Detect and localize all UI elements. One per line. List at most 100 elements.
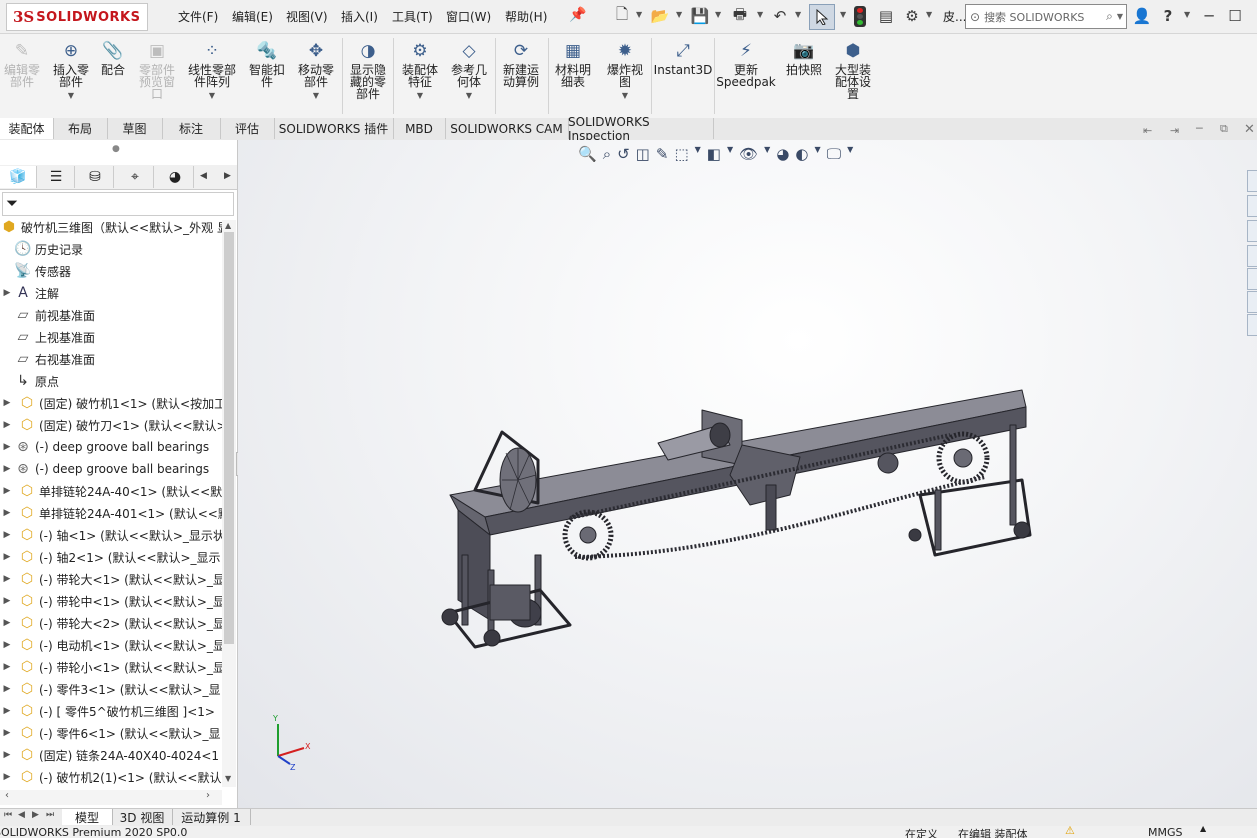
tab-7[interactable]: MBD [393, 118, 446, 139]
tree-item[interactable]: ▱ 右视基准面 [0, 348, 222, 370]
prev-tab-icon[interactable]: ◀ [18, 810, 25, 820]
tab-2[interactable]: 布局 [53, 118, 108, 139]
tree-item[interactable]: ▶ ⬡ (-) 带轮大<1> (默认<<默认>_显 [0, 568, 222, 590]
tree-item[interactable]: ▶ ⬡ (固定) 破竹机1<1> (默认<按加工 [0, 392, 222, 414]
configuration-manager-tab-icon[interactable]: ⛁ [77, 166, 114, 188]
command-reference-geometry-button[interactable]: ◇ 参考几 何体 ▼ [439, 40, 499, 102]
undo-dropdown-icon[interactable]: ▼ [795, 10, 801, 19]
hscroll-right-icon[interactable]: › [206, 790, 210, 801]
tree-item[interactable]: ▶ A 注解 [0, 282, 222, 304]
expand-arrow-icon[interactable]: ▶ [0, 618, 14, 628]
new-dropdown-icon[interactable]: ▼ [636, 10, 642, 19]
save-icon[interactable]: 💾 [690, 6, 710, 26]
tab-6[interactable]: SOLIDWORKS 插件 [274, 118, 394, 139]
command-dropdown-icon[interactable]: ▼ [417, 90, 423, 102]
tree-filter-box[interactable]: ⏷ [2, 192, 234, 216]
command-dropdown-icon[interactable]: ▼ [68, 90, 74, 102]
hide-show-dropdown-icon[interactable]: ▼ [764, 145, 770, 163]
zoom-to-area-icon[interactable]: ⌕ [603, 145, 611, 163]
command-component-preview-button[interactable]: ▣ 零部件 预览窗 口 [127, 40, 187, 101]
tree-item[interactable]: ▶ ⬡ (-) 零件3<1> (默认<<默认>_显 [0, 678, 222, 700]
dynamic-annotation-icon[interactable]: ✎ [656, 145, 669, 163]
tree-item[interactable]: ▶ ⬡ 单排链轮24A-401<1> (默认<<默 [0, 502, 222, 524]
hide-show-items-icon[interactable]: 👁 [739, 145, 758, 163]
options-dropdown-icon[interactable]: ▼ [926, 10, 932, 19]
bottom-tab-2[interactable]: 3D 视图 [112, 809, 173, 825]
panel-collapse-dot[interactable]: ● [112, 144, 120, 154]
display-style-icon[interactable]: ◧ [707, 145, 721, 163]
save-dropdown-icon[interactable]: ▼ [715, 10, 721, 19]
dimxpert-tab-icon[interactable]: ⌖ [117, 166, 154, 188]
previous-view-icon[interactable]: ↺ [617, 145, 630, 163]
tab-8[interactable]: SOLIDWORKS CAM [445, 118, 569, 139]
options-gear-icon[interactable]: ⚙ [902, 6, 922, 26]
select-dropdown-icon[interactable]: ▼ [840, 10, 846, 19]
command-speedpak-button[interactable]: ⚡ 更新 Speedpak [716, 40, 776, 89]
status-units[interactable]: MMGS [1148, 826, 1183, 838]
task-pane-home-icon[interactable] [1247, 170, 1257, 192]
command-exploded-view-button[interactable]: ✹ 爆炸视 图 ▼ [595, 40, 655, 102]
command-dropdown-icon[interactable]: ▼ [209, 90, 215, 102]
print-icon[interactable]: 🖶 [730, 5, 750, 26]
tab-3[interactable]: 草图 [107, 118, 163, 139]
display-style-dropdown-icon[interactable]: ▼ [727, 145, 733, 163]
command-instant3d-button[interactable]: ⤢ Instant3D [653, 40, 713, 77]
print-dropdown-icon[interactable]: ▼ [757, 10, 763, 19]
command-show-hidden-button[interactable]: ◑ 显示隐 藏的零 部件 [338, 40, 398, 101]
expand-arrow-icon[interactable]: ▶ [0, 750, 14, 760]
feature-manager-tab-icon[interactable]: 🧊 [0, 166, 37, 188]
tree-item[interactable]: ▶ ⬡ (-) 零件6<1> (默认<<默认>_显 [0, 722, 222, 744]
menu-item-1[interactable]: 文件(F) [178, 8, 218, 25]
tree-item[interactable]: ↳ 原点 [0, 370, 222, 392]
rebuild-warning-icon[interactable]: ⚠ [1065, 826, 1075, 837]
tree-item[interactable]: ▶ ⬡ 单排链轮24A-40<1> (默认<<默 [0, 480, 222, 502]
expand-arrow-icon[interactable]: ▶ [0, 684, 14, 694]
last-tab-icon[interactable]: ⏭ [46, 810, 54, 820]
scene-dropdown-icon[interactable]: ▼ [815, 145, 821, 163]
view-settings-dropdown-icon[interactable]: ▼ [847, 145, 853, 163]
command-large-assembly-button[interactable]: ⬢ 大型装 配体设 置 [823, 40, 883, 101]
command-dropdown-icon[interactable]: ▼ [466, 90, 472, 102]
menu-item-6[interactable]: 窗口(W) [446, 8, 491, 25]
task-pane-design-library-icon[interactable] [1247, 220, 1257, 242]
search-input[interactable]: ⊙ 搜索 SOLIDWORKS ⌕ ▼ [965, 4, 1127, 29]
menu-item-5[interactable]: 工具(T) [392, 8, 433, 25]
select-arrow-icon[interactable] [809, 4, 835, 30]
tree-item[interactable]: ▶ ⬡ (-) 轴<1> (默认<<默认>_显示状 [0, 524, 222, 546]
expand-arrow-icon[interactable]: ▶ [0, 596, 14, 606]
apply-scene-icon[interactable]: ◐ [795, 145, 808, 163]
tree-item[interactable]: 📡 传感器 [0, 260, 222, 282]
tabs-scroll-left-icon[interactable]: ◀ [200, 171, 207, 181]
tree-item[interactable]: ▶ ⬡ (-) 带轮大<2> (默认<<默认>_显 [0, 612, 222, 634]
view-settings-icon[interactable]: 🖵 [827, 145, 841, 163]
tree-item[interactable]: ▶ ⬡ (固定) 破竹刀<1> (默认<<默认>_ [0, 414, 222, 436]
tree-item[interactable]: ▱ 上视基准面 [0, 326, 222, 348]
bottom-tab-3[interactable]: 运动算例 1 [172, 809, 251, 825]
command-dropdown-icon[interactable]: ▼ [622, 90, 628, 102]
search-icon[interactable]: ⌕ [1106, 9, 1113, 24]
tree-root-assembly[interactable]: ⬢ 破竹机三维图（默认<<默认>_外观 显 [0, 216, 222, 238]
search-dropdown-icon[interactable]: ▼ [1117, 12, 1123, 21]
truncated-menu-label[interactable]: 皮... [943, 8, 966, 25]
help-dropdown-icon[interactable]: ▼ [1184, 10, 1190, 19]
expand-arrow-icon[interactable]: ▶ [0, 552, 14, 562]
expand-arrow-icon[interactable]: ▶ [0, 772, 14, 782]
minimize-window-icon[interactable]: ─ [1199, 6, 1219, 26]
tree-item[interactable]: ▶ ⬡ (固定) 链条24A-40X40-4024<1 [0, 744, 222, 766]
pin-icon[interactable]: 📌 [569, 7, 586, 23]
expand-arrow-icon[interactable]: ▶ [0, 574, 14, 584]
tab-5[interactable]: 评估 [220, 118, 275, 139]
zoom-to-fit-icon[interactable]: 🔍 [578, 145, 597, 163]
edit-appearance-icon[interactable]: ◕ [776, 145, 789, 163]
menu-item-7[interactable]: 帮助(H) [505, 8, 547, 25]
user-account-icon[interactable]: 👤 [1132, 6, 1152, 26]
next-tab-icon[interactable]: ▶ [32, 810, 39, 820]
help-icon[interactable]: ? [1158, 6, 1178, 26]
expand-arrow-icon[interactable]: ▶ [0, 288, 14, 298]
expand-arrow-icon[interactable]: ▶ [0, 486, 14, 496]
orientation-dropdown-icon[interactable]: ▼ [695, 145, 701, 163]
task-pane-file-explorer-icon[interactable] [1247, 245, 1257, 267]
expand-arrow-icon[interactable]: ▶ [0, 442, 14, 452]
expand-arrow-icon[interactable]: ▶ [0, 464, 14, 474]
scroll-up-icon[interactable]: ▲ [225, 221, 231, 230]
